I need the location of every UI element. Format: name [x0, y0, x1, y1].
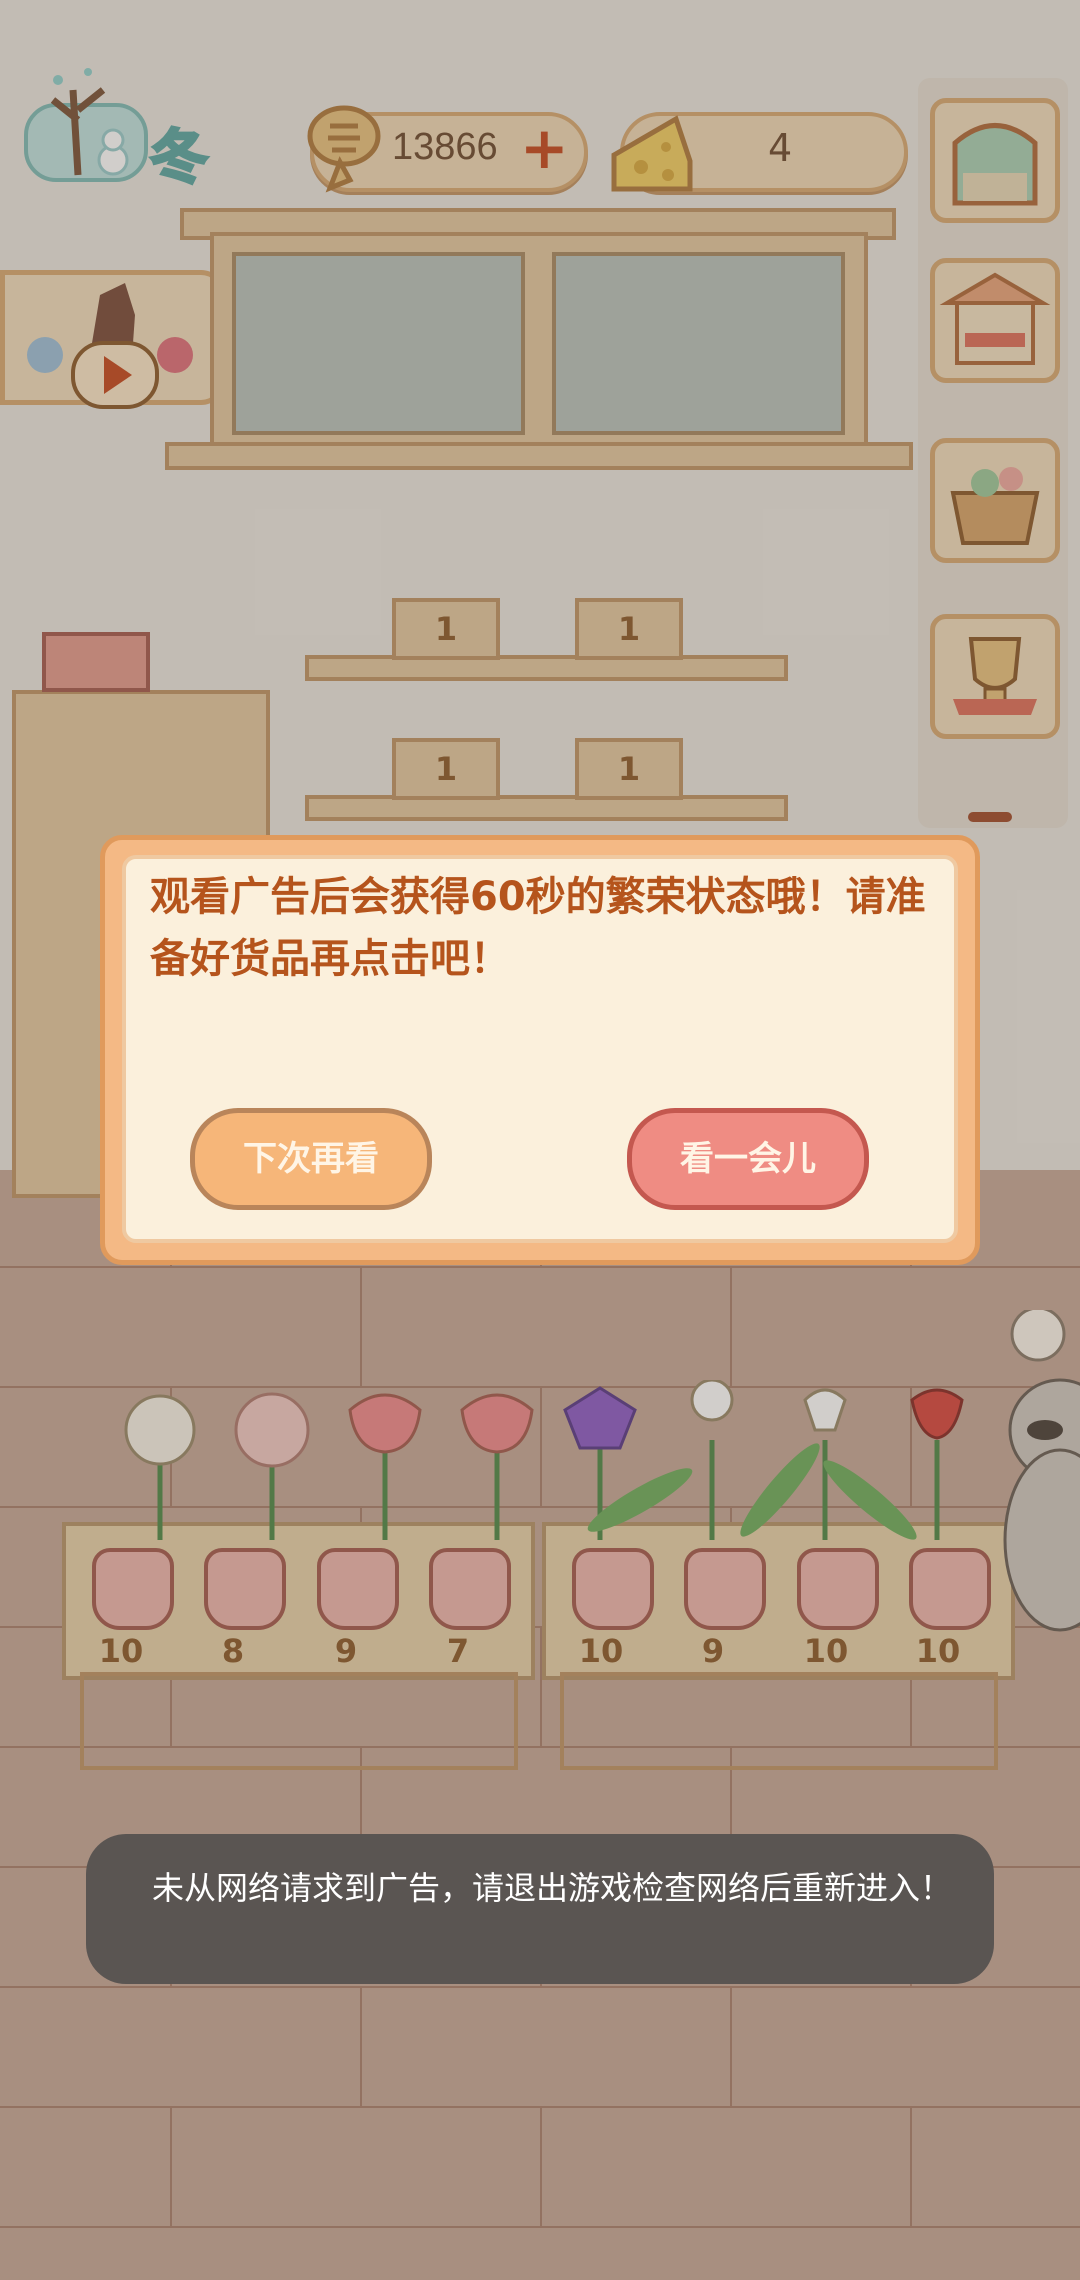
toast-message: 未从网络请求到广告，请退出游戏检查网络后重新进入！	[152, 1870, 953, 1906]
ad-dialog-message: 观看广告后会获得60秒的繁荣状态哦！请准备好货品再点击吧！	[150, 874, 926, 982]
watch-later-button[interactable]: 下次再看	[190, 1108, 432, 1210]
watch-ad-button[interactable]: 看一会儿	[627, 1108, 869, 1210]
